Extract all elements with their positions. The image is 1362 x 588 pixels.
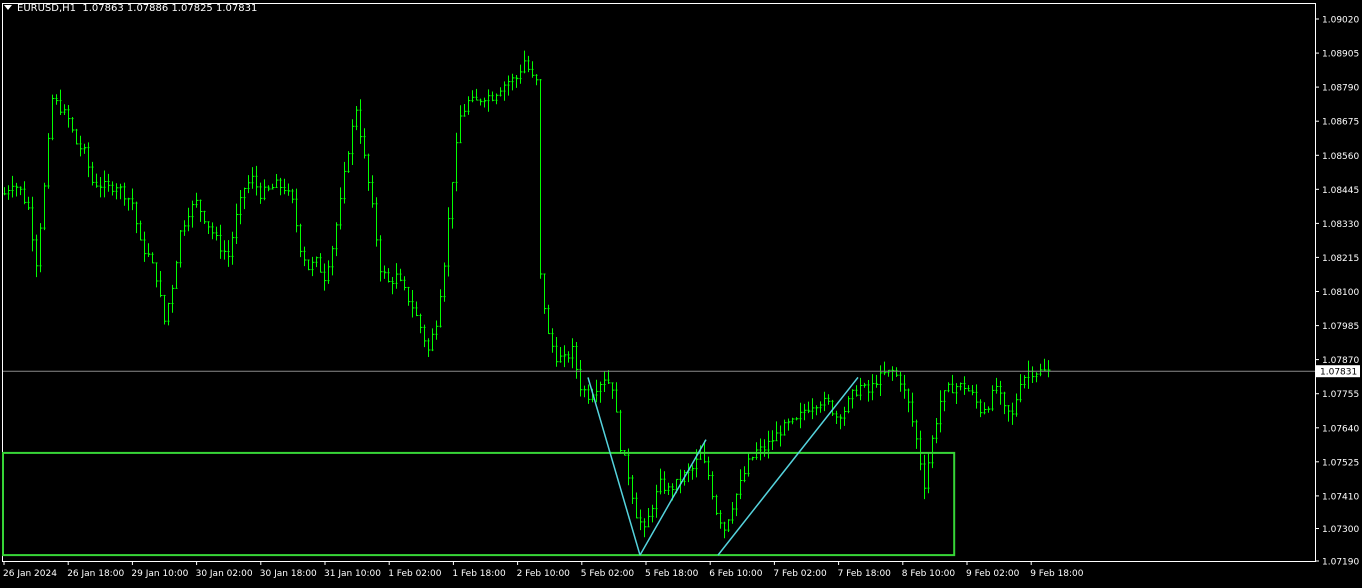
price-tick-label: 1.07190 bbox=[1322, 558, 1359, 568]
price-tick-label: 1.08100 bbox=[1322, 288, 1359, 298]
support-zone-layer bbox=[2, 451, 956, 557]
symbol-label: EURUSD,H1 bbox=[17, 3, 77, 14]
price-tick-label: 1.08215 bbox=[1322, 254, 1359, 264]
time-tick-label: 26 Jan 18:00 bbox=[67, 569, 124, 579]
price-tick-label: 1.08905 bbox=[1322, 50, 1359, 60]
time-tick-label: 26 Jan 2024 bbox=[3, 569, 57, 579]
time-tick-label: 30 Jan 02:00 bbox=[196, 569, 253, 579]
time-tick-label: 5 Feb 18:00 bbox=[645, 569, 699, 579]
price-tick-label: 1.07640 bbox=[1322, 424, 1359, 434]
time-tick-label: 1 Feb 18:00 bbox=[452, 569, 506, 579]
current-price-tag-label: 1.07831 bbox=[1320, 368, 1357, 378]
time-axis[interactable]: 26 Jan 2024 26 Jan 18:00 29 Jan 10:00 30 Ja… bbox=[3, 561, 1084, 579]
time-tick-label: 29 Jan 10:00 bbox=[131, 569, 188, 579]
price-chart[interactable]: 1.09020 1.08905 1.08790 1.08675 1.08560 1.084… bbox=[0, 0, 1362, 584]
time-tick-label: 7 Feb 18:00 bbox=[838, 569, 892, 579]
price-tick-label: 1.07985 bbox=[1322, 322, 1359, 332]
price-tick-label: 1.07410 bbox=[1322, 492, 1359, 502]
trendline[interactable] bbox=[587, 377, 641, 556]
price-tick-label: 1.08790 bbox=[1322, 84, 1359, 94]
plot-frame bbox=[2, 3, 1316, 562]
support-zone-rect[interactable] bbox=[2, 451, 956, 557]
time-tick-label: 2 Feb 10:00 bbox=[517, 569, 571, 579]
trendline[interactable] bbox=[717, 376, 859, 556]
time-tick-label: 9 Feb 02:00 bbox=[966, 569, 1020, 579]
candles-layer bbox=[3, 50, 1051, 539]
price-tick-label: 1.09020 bbox=[1322, 16, 1359, 26]
time-tick-label: 9 Feb 18:00 bbox=[1030, 569, 1084, 579]
ohlc-values: 1.07863 1.07886 1.07825 1.07831 bbox=[82, 3, 258, 14]
time-tick-label: 30 Jan 18:00 bbox=[260, 569, 317, 579]
time-tick-label: 31 Jan 10:00 bbox=[324, 569, 381, 579]
price-tick-label: 1.07870 bbox=[1322, 356, 1359, 366]
time-tick-label: 8 Feb 10:00 bbox=[902, 569, 956, 579]
price-tick-label: 1.08560 bbox=[1322, 152, 1359, 162]
time-tick-label: 7 Feb 02:00 bbox=[773, 569, 827, 579]
price-tick-label: 1.08445 bbox=[1322, 186, 1359, 196]
chart-header[interactable]: EURUSD,H1 1.07863 1.07886 1.07825 1.0783… bbox=[4, 3, 257, 14]
chart-window[interactable]: 1.09020 1.08905 1.08790 1.08675 1.08560 1.084… bbox=[0, 0, 1362, 584]
time-tick-label: 1 Feb 02:00 bbox=[388, 569, 442, 579]
price-tick-label: 1.07525 bbox=[1322, 458, 1359, 468]
time-tick-label: 5 Feb 02:00 bbox=[581, 569, 635, 579]
trendline[interactable] bbox=[639, 439, 707, 556]
price-tick-label: 1.07755 bbox=[1322, 390, 1359, 400]
price-tick-label: 1.08330 bbox=[1322, 220, 1359, 230]
price-axis[interactable]: 1.09020 1.08905 1.08790 1.08675 1.08560 1.084… bbox=[1315, 16, 1360, 568]
dropdown-triangle-icon[interactable] bbox=[4, 5, 12, 10]
price-tick-label: 1.07300 bbox=[1322, 525, 1359, 535]
time-tick-label: 6 Feb 10:00 bbox=[709, 569, 763, 579]
price-tick-label: 1.08675 bbox=[1322, 118, 1359, 128]
